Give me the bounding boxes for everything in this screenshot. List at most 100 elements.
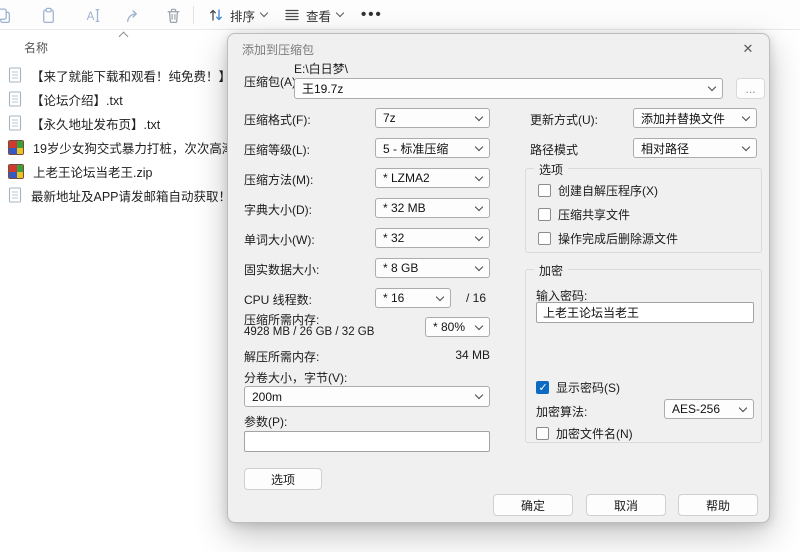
solid-block-combobox[interactable]: * 8 GB — [375, 258, 490, 278]
sort-button[interactable]: 排序 — [202, 3, 273, 27]
view-button[interactable]: 查看 — [278, 3, 349, 27]
view-lines-icon — [285, 9, 299, 21]
solid-block-value: * 8 GB — [383, 261, 419, 275]
delete-after-checkbox-label: 操作完成后删除源文件 — [558, 232, 679, 246]
path-mode-label: 路径模式 — [530, 143, 579, 157]
cancel-button[interactable]: 取消 — [586, 494, 666, 516]
paste-icon[interactable] — [40, 7, 57, 24]
memory-decompress-label: 解压所需内存: — [244, 350, 320, 364]
format-value: 7z — [383, 111, 396, 125]
chevron-down-icon — [474, 390, 484, 400]
update-mode-value: 添加并替换文件 — [641, 111, 726, 126]
text-file-icon — [8, 67, 22, 83]
format-label: 压缩格式(F): — [244, 113, 311, 127]
chevron-down-icon — [474, 262, 484, 271]
dictionary-value: * 32 MB — [383, 201, 426, 215]
explorer-toolbar: A 排序 查看 ••• — [0, 0, 800, 30]
archive-label: 压缩包(A) — [244, 75, 296, 89]
archive-name-combobox[interactable]: 王19.7z — [294, 78, 723, 99]
level-label: 压缩等级(L): — [244, 143, 311, 157]
encrypt-names-checkbox-row[interactable]: 加密文件名(N) — [536, 425, 633, 442]
shared-files-checkbox-row[interactable]: 压缩共享文件 — [538, 206, 630, 223]
archive-path: E:\白日梦\ — [294, 62, 349, 76]
checkbox-icon[interactable] — [538, 208, 551, 221]
checkbox-checked-icon[interactable] — [536, 381, 549, 394]
close-icon[interactable]: ✕ — [735, 38, 761, 60]
browse-button[interactable]: ... — [736, 78, 765, 99]
chevron-down-icon — [741, 112, 751, 121]
file-explorer-window: A 排序 查看 ••• 名称 【来了就能下载和观看！纯免费！】.txt 【论坛介… — [0, 0, 800, 552]
update-mode-label: 更新方式(U): — [530, 113, 598, 127]
checkbox-icon[interactable] — [538, 232, 551, 245]
cpu-threads-combobox[interactable]: * 16 — [375, 288, 451, 308]
add-to-archive-dialog: 添加到压缩包 ✕ 压缩包(A) E:\白日梦\ 王19.7z ... 压缩格式(… — [227, 33, 770, 523]
more-options-button[interactable]: ••• — [355, 3, 389, 27]
sort-ascending-icon — [118, 31, 129, 42]
sort-label: 排序 — [230, 9, 256, 24]
sfx-checkbox-row[interactable]: 创建自解压程序(X) — [538, 182, 658, 199]
method-combobox[interactable]: * LZMA2 — [375, 168, 490, 188]
file-name: 【永久地址发布页】.txt — [31, 117, 161, 132]
solid-block-label: 固实数据大小: — [244, 263, 320, 277]
dictionary-combobox[interactable]: * 32 MB — [375, 198, 490, 218]
volume-size-value: 200m — [252, 389, 283, 404]
method-value: * LZMA2 — [383, 171, 430, 185]
delete-icon[interactable] — [165, 7, 182, 24]
archive-name-value: 王19.7z — [302, 82, 344, 96]
encrypt-names-label: 加密文件名(N) — [556, 427, 633, 441]
parameters-input[interactable] — [244, 431, 490, 452]
update-mode-combobox[interactable]: 添加并替换文件 — [633, 108, 757, 128]
share-icon[interactable] — [125, 7, 142, 24]
file-name: 19岁少女狗交式暴力打桩，次次高潮.7z — [33, 141, 252, 156]
show-password-label: 显示密码(S) — [556, 381, 620, 395]
chevron-down-icon — [474, 202, 484, 211]
delete-after-checkbox-row[interactable]: 操作完成后删除源文件 — [538, 230, 678, 247]
cpu-threads-total: / 16 — [466, 291, 487, 305]
rename-icon[interactable]: A — [84, 7, 101, 24]
chevron-down-icon — [741, 142, 751, 151]
chevron-down-icon — [259, 8, 269, 18]
column-header-name[interactable]: 名称 — [24, 39, 48, 56]
help-button[interactable]: 帮助 — [678, 494, 758, 516]
volume-size-label: 分卷大小，字节(V): — [244, 371, 348, 385]
word-size-combobox[interactable]: * 32 — [375, 228, 490, 248]
encryption-group-title: 加密 — [534, 262, 569, 279]
path-mode-value: 相对路径 — [641, 141, 690, 156]
show-password-checkbox-row[interactable]: 显示密码(S) — [536, 379, 620, 396]
text-file-icon — [8, 91, 22, 107]
volume-size-combobox[interactable]: 200m — [244, 386, 490, 407]
encryption-method-combobox[interactable]: AES-256 — [664, 399, 754, 419]
password-input[interactable] — [536, 302, 754, 323]
file-name: 上老王论坛当老王.zip — [33, 165, 153, 180]
chevron-down-icon — [474, 232, 484, 241]
more-icon: ••• — [361, 6, 383, 23]
options-button[interactable]: 选项 — [244, 468, 322, 490]
format-combobox[interactable]: 7z — [375, 108, 490, 128]
chevron-down-icon — [435, 292, 445, 301]
dialog-title[interactable]: 添加到压缩包 — [242, 41, 314, 58]
checkbox-icon[interactable] — [538, 184, 551, 197]
level-combobox[interactable]: 5 - 标准压缩 — [375, 138, 490, 158]
memory-decompress-value: 34 MB — [455, 348, 490, 362]
memory-percent-combobox[interactable]: * 80% — [425, 317, 490, 337]
text-file-icon — [8, 187, 22, 203]
encryption-method-value: AES-256 — [672, 402, 721, 416]
ok-button[interactable]: 确定 — [493, 494, 573, 516]
sfx-checkbox-label: 创建自解压程序(X) — [558, 184, 658, 198]
chevron-down-icon — [335, 8, 345, 18]
method-label: 压缩方法(M): — [244, 173, 314, 187]
sort-arrows-icon — [210, 9, 222, 21]
parameters-label: 参数(P): — [244, 415, 288, 429]
path-mode-combobox[interactable]: 相对路径 — [633, 138, 757, 158]
cpu-threads-label: CPU 线程数: — [244, 293, 313, 307]
file-name: 【来了就能下载和观看！纯免费！】.txt — [31, 69, 248, 84]
text-file-icon — [8, 115, 22, 131]
level-value: 5 - 标准压缩 — [383, 141, 449, 156]
svg-text:A: A — [87, 10, 95, 23]
file-name: 【论坛介绍】.txt — [31, 93, 123, 108]
toolbar-divider — [193, 6, 194, 24]
checkbox-icon[interactable] — [536, 427, 549, 440]
copy-icon[interactable] — [0, 7, 12, 24]
word-size-label: 单词大小(W): — [244, 233, 315, 247]
archive-file-icon — [8, 163, 24, 179]
